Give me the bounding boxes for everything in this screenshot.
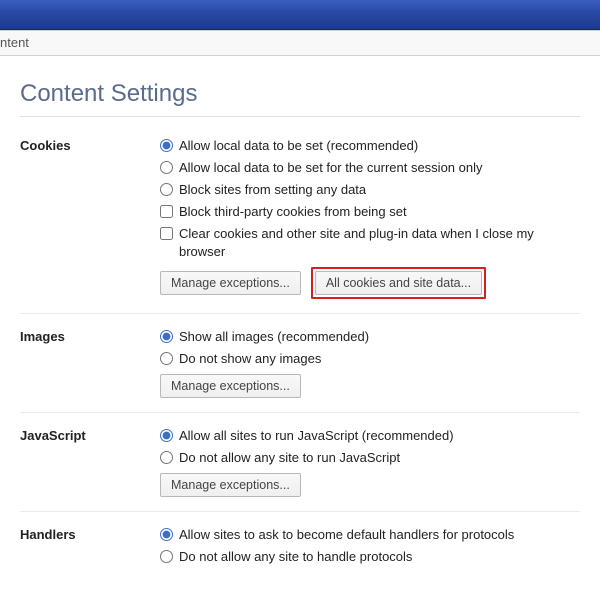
section-images: Images Show all images (recommended) Do … (20, 328, 580, 413)
section-label-images: Images (20, 328, 160, 398)
radio-images-hide[interactable] (160, 352, 173, 365)
label-cookies-session[interactable]: Allow local data to be set for the curre… (179, 159, 483, 177)
checkbox-block-third-party[interactable] (160, 205, 173, 218)
all-cookies-button[interactable]: All cookies and site data... (315, 271, 482, 295)
radio-images-show[interactable] (160, 330, 173, 343)
section-label-handlers: Handlers (20, 526, 160, 570)
radio-handlers-allow[interactable] (160, 528, 173, 541)
label-js-block[interactable]: Do not allow any site to run JavaScript (179, 449, 400, 467)
label-handlers-allow[interactable]: Allow sites to ask to become default han… (179, 526, 514, 544)
section-label-javascript: JavaScript (20, 427, 160, 497)
label-images-hide[interactable]: Do not show any images (179, 350, 321, 368)
label-clear-on-exit[interactable]: Clear cookies and other site and plug-in… (179, 225, 580, 261)
breadcrumb-fragment: ntent (0, 35, 29, 50)
highlight-all-cookies: All cookies and site data... (311, 267, 486, 299)
radio-js-allow[interactable] (160, 429, 173, 442)
label-cookies-allow[interactable]: Allow local data to be set (recommended) (179, 137, 418, 155)
radio-cookies-session[interactable] (160, 161, 173, 174)
checkbox-clear-on-exit[interactable] (160, 227, 173, 240)
manage-exceptions-cookies-button[interactable]: Manage exceptions... (160, 271, 301, 295)
section-javascript: JavaScript Allow all sites to run JavaSc… (20, 427, 580, 512)
section-cookies: Cookies Allow local data to be set (reco… (20, 137, 580, 314)
radio-cookies-allow[interactable] (160, 139, 173, 152)
label-handlers-block[interactable]: Do not allow any site to handle protocol… (179, 548, 412, 566)
label-cookies-block[interactable]: Block sites from setting any data (179, 181, 366, 199)
label-js-allow[interactable]: Allow all sites to run JavaScript (recom… (179, 427, 454, 445)
radio-cookies-block[interactable] (160, 183, 173, 196)
title-divider (20, 116, 580, 117)
label-images-show[interactable]: Show all images (recommended) (179, 328, 369, 346)
section-handlers: Handlers Allow sites to ask to become de… (20, 526, 580, 584)
window-titlebar (0, 0, 600, 30)
radio-js-block[interactable] (160, 451, 173, 464)
label-block-third-party[interactable]: Block third-party cookies from being set (179, 203, 407, 221)
manage-exceptions-images-button[interactable]: Manage exceptions... (160, 374, 301, 398)
content-area: Content Settings Cookies Allow local dat… (0, 56, 600, 584)
page-title: Content Settings (20, 80, 580, 108)
manage-exceptions-js-button[interactable]: Manage exceptions... (160, 473, 301, 497)
toolbar: ntent (0, 30, 600, 56)
radio-handlers-block[interactable] (160, 550, 173, 563)
section-label-cookies: Cookies (20, 137, 160, 299)
